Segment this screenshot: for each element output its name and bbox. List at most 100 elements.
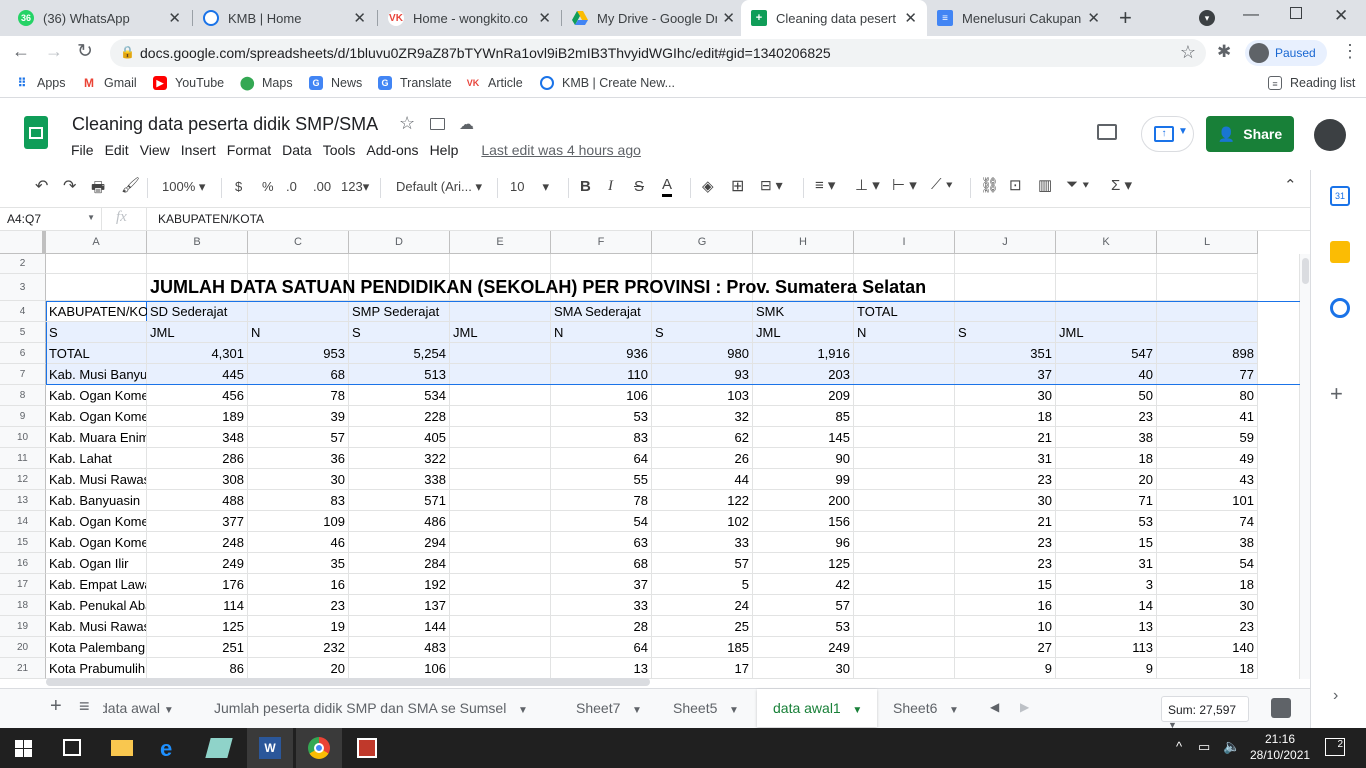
value-cell[interactable]: 547 [1056,343,1157,364]
value-cell[interactable] [450,427,551,448]
row-header[interactable]: 20 [0,637,46,658]
subheader-cell[interactable]: N [248,322,349,343]
value-cell[interactable]: 10 [955,616,1056,637]
sheet-tab-jumlah-peserta[interactable]: Jumlah peserta didik SMP dan SMA se Sums… [214,689,528,727]
value-cell[interactable] [854,343,955,364]
value-cell[interactable]: 90 [753,448,854,469]
value-cell[interactable]: 41 [1157,406,1258,427]
increase-decimal-button[interactable]: .00 [313,179,331,194]
menu-file[interactable]: File [71,142,94,158]
value-cell[interactable]: 106 [551,385,652,406]
text-rotation-icon[interactable]: ⟋ ▾ [931,176,953,193]
value-cell[interactable]: 71 [1056,490,1157,511]
value-cell[interactable] [450,658,551,679]
value-cell[interactable] [450,511,551,532]
formula-input[interactable]: KABUPATEN/KOTA [146,208,1306,230]
region-cell[interactable]: Kab. Musi Rawas [46,616,147,637]
value-cell[interactable] [854,490,955,511]
value-cell[interactable]: 25 [652,616,753,637]
header-cell[interactable]: SMA Sederajat [551,301,652,322]
value-cell[interactable]: 145 [753,427,854,448]
header-cell[interactable]: TOTAL [854,301,955,322]
reload-icon[interactable]: ↻ [77,40,93,63]
value-cell[interactable]: 113 [1056,637,1157,658]
value-cell[interactable]: 17 [652,658,753,679]
subheader-cell[interactable] [1157,322,1258,343]
value-cell[interactable]: 57 [753,595,854,616]
row-header[interactable]: 5 [0,322,46,343]
value-cell[interactable]: 200 [753,490,854,511]
print-icon[interactable]: 🖶 [91,177,105,202]
value-cell[interactable]: 68 [248,364,349,385]
menu-edit[interactable]: Edit [105,142,129,158]
sum-selector[interactable]: Sum: 27,597 ▼ [1161,696,1249,730]
minimize-icon[interactable]: — [1243,6,1259,24]
row-header[interactable]: 8 [0,385,46,406]
value-cell[interactable]: 83 [551,427,652,448]
fill-color-icon[interactable]: ◈ [702,177,714,195]
word-taskbar-button[interactable]: W [247,728,293,768]
value-cell[interactable]: 571 [349,490,450,511]
value-cell[interactable]: 49 [1157,448,1258,469]
row-header[interactable]: 17 [0,574,46,595]
tab-wongkito[interactable]: VK Home - wongkito.co ✕ [378,0,561,36]
region-cell[interactable]: Kab. Banyuasin [46,490,147,511]
decrease-decimal-button[interactable]: .0 [286,179,297,194]
value-cell[interactable]: 23 [248,595,349,616]
keep-icon[interactable] [1330,241,1350,263]
doc-title[interactable]: Cleaning data peserta didik SMP/SMA [72,114,378,135]
value-cell[interactable] [854,385,955,406]
value-cell[interactable]: 125 [753,553,854,574]
value-cell[interactable]: 85 [753,406,854,427]
value-cell[interactable]: 30 [1157,595,1258,616]
column-header-i[interactable]: I [854,231,955,254]
bookmark-article[interactable]: VK Article [466,76,523,90]
value-cell[interactable]: 36 [248,448,349,469]
value-cell[interactable]: 63 [551,532,652,553]
file-explorer-icon[interactable] [111,740,133,756]
row-header[interactable]: 13 [0,490,46,511]
value-cell[interactable]: 33 [551,595,652,616]
value-cell[interactable]: 19 [248,616,349,637]
value-cell[interactable]: 23 [955,469,1056,490]
cell[interactable] [955,254,1056,274]
row-header[interactable]: 2 [0,254,46,274]
subheader-cell[interactable]: JML [147,322,248,343]
region-cell[interactable]: Kab. Ogan Komering Ilir [46,406,147,427]
close-icon[interactable]: ✕ [538,9,551,27]
value-cell[interactable]: 248 [147,532,248,553]
region-cell[interactable]: Kab. Penukal Abab [46,595,147,616]
value-cell[interactable]: 15 [955,574,1056,595]
header-cell[interactable] [1056,301,1157,322]
subheader-cell[interactable]: S [652,322,753,343]
value-cell[interactable]: 377 [147,511,248,532]
region-cell[interactable]: Kab. Ogan Komering [46,511,147,532]
strikethrough-icon[interactable]: S [634,178,644,195]
account-avatar[interactable] [1314,119,1346,151]
value-cell[interactable] [854,448,955,469]
value-cell[interactable]: 18 [955,406,1056,427]
value-cell[interactable] [450,469,551,490]
value-cell[interactable] [854,637,955,658]
region-cell[interactable]: Kab. Ogan Komering [46,532,147,553]
font-family-select[interactable]: Default (Ari... ▾ [396,179,488,195]
value-cell[interactable]: 114 [147,595,248,616]
value-cell[interactable] [450,385,551,406]
insert-chart-icon[interactable]: ▥ [1038,176,1052,194]
merge-cells-icon[interactable]: ⊟ ▾ [760,177,783,194]
header-cell[interactable] [450,301,551,322]
value-cell[interactable]: 513 [349,364,450,385]
row-header[interactable]: 21 [0,658,46,679]
value-cell[interactable]: 13 [1056,616,1157,637]
value-cell[interactable] [450,553,551,574]
last-edit-link[interactable]: Last edit was 4 hours ago [481,142,641,158]
present-button[interactable]: ↑ ▼ [1141,116,1194,152]
cell[interactable] [652,254,753,274]
value-cell[interactable]: 15 [1056,532,1157,553]
sheet-tab-data-awal[interactable]: data awal ▼ [103,689,195,727]
row-header[interactable]: 9 [0,406,46,427]
value-cell[interactable]: 9 [955,658,1056,679]
value-cell[interactable]: 80 [1157,385,1258,406]
back-icon[interactable]: ← [12,41,30,62]
column-header-c[interactable]: C [248,231,349,254]
